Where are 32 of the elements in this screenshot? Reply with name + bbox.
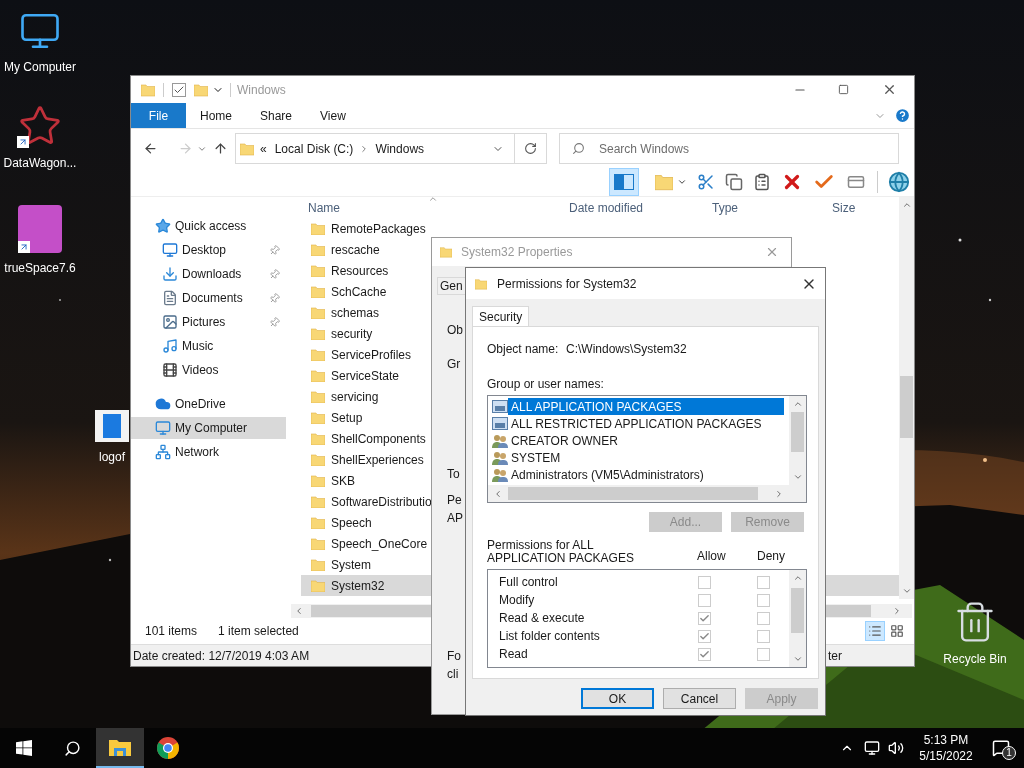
details-text: ter — [828, 647, 842, 665]
dialog-title: Permissions for System32 — [497, 275, 637, 293]
permission-name: Read & execute — [498, 610, 586, 627]
dialog-label: cli — [447, 666, 459, 683]
permission-name: Full control — [498, 574, 559, 591]
dialog-label: Fo — [447, 648, 461, 665]
permission-name: Modify — [498, 592, 536, 609]
dialog-label: Ob — [447, 322, 463, 339]
object-name-label: Object name: — [487, 341, 560, 358]
desktop-icon-label: My Computer — [4, 59, 76, 76]
object-name-value: C:\Windows\System32 — [566, 341, 687, 358]
desktop-icon-label: Recycle Bin — [943, 651, 1007, 668]
dialog-label: Pe — [447, 492, 462, 509]
column-header: Allow — [697, 548, 727, 565]
notification-badge: 1 — [1002, 746, 1016, 760]
permission-name: Read — [498, 646, 529, 663]
dialog-title: System32 Properties — [461, 244, 573, 261]
desktop-icon-label: trueSpace7.6 — [4, 260, 76, 277]
column-header: Deny — [757, 548, 785, 565]
breadcrumb-overflow: « — [260, 140, 267, 158]
window-title: Windows — [237, 81, 286, 99]
desktop-icon-label: logof — [99, 449, 125, 466]
permissions-label: Permissions for ALL APPLICATION PACKAGES — [487, 539, 635, 565]
desktop-icon-label: DataWagon... — [3, 155, 77, 172]
selection-count: 1 item selected — [218, 623, 299, 640]
dialog-label: Gr — [447, 356, 461, 373]
permission-name: List folder contents — [498, 628, 601, 645]
dialog-label: AP — [447, 510, 463, 527]
dialog-label: To — [447, 466, 460, 483]
date-created: Date created: 12/7/2019 4:03 AM — [133, 647, 310, 665]
item-count: 101 items — [145, 623, 198, 640]
group-label: Group or user names: — [487, 376, 605, 393]
